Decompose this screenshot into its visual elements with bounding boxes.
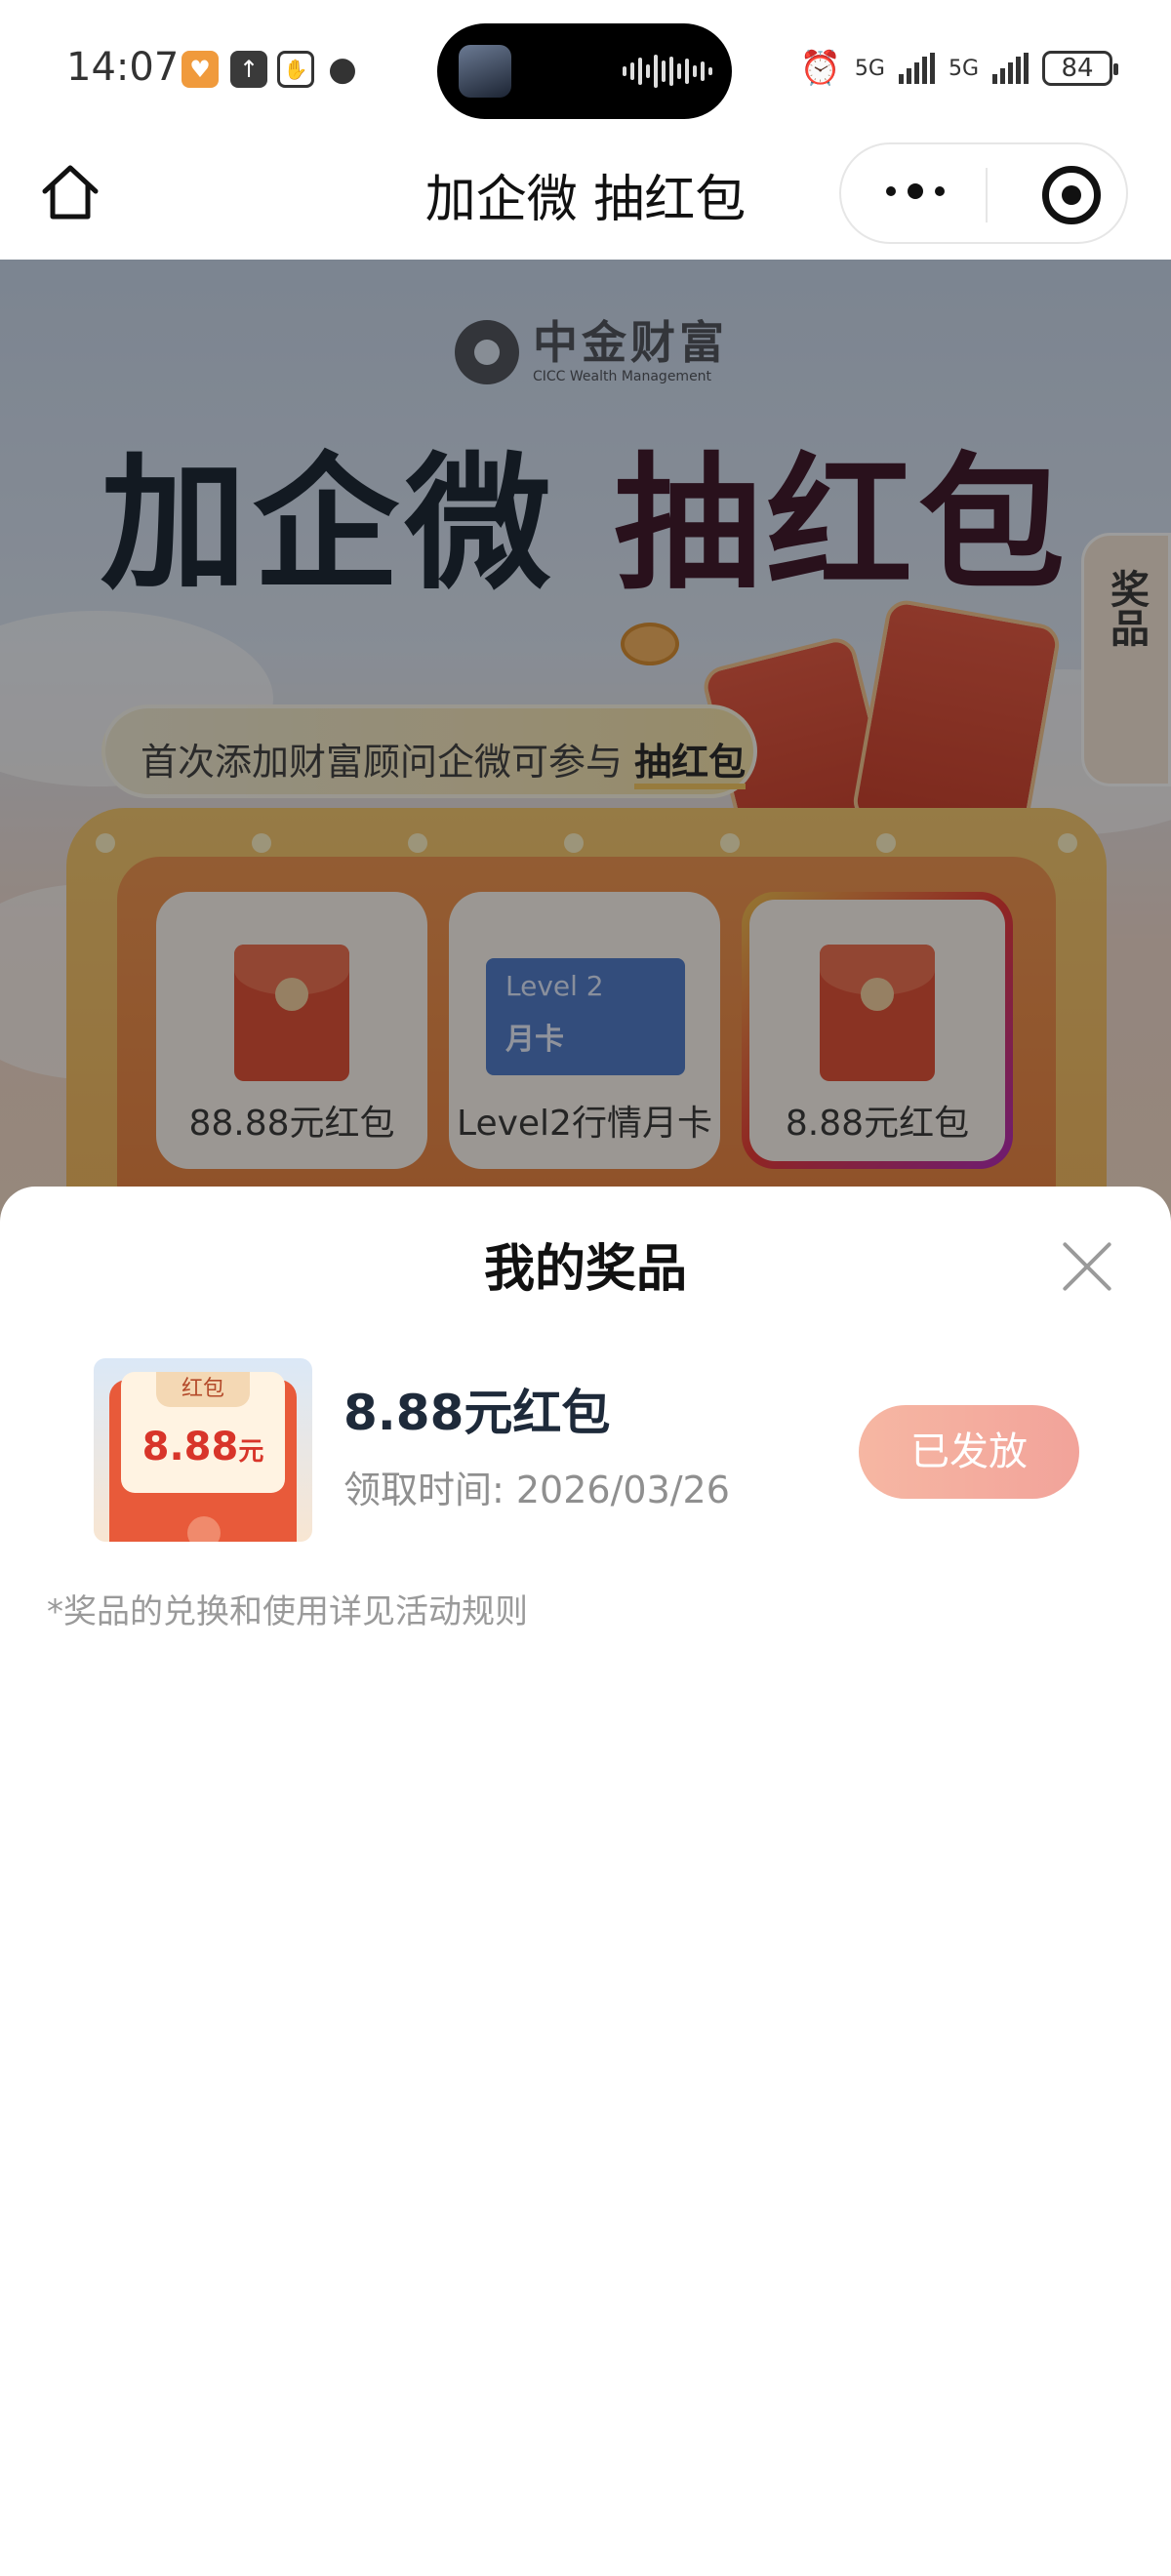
network-label-1: 5G — [854, 56, 885, 81]
my-prizes-sheet: 我的奖品 红包 8.88元 8.88元红包 领取时间: 2026/03/26 已… — [0, 1187, 1171, 2576]
dynamic-island[interactable] — [437, 23, 732, 119]
thumbnail-tag: 红包 — [156, 1372, 250, 1407]
thumbnail-amount-unit: 元 — [238, 1437, 264, 1467]
battery-icon: 84 — [1042, 51, 1118, 86]
network-label-2: 5G — [948, 56, 979, 81]
claim-time: 领取时间: 2026/03/26 — [343, 1469, 730, 1511]
modal-overlay[interactable] — [0, 260, 1171, 1235]
audio-wave-icon — [623, 53, 712, 90]
media-thumbnail — [459, 45, 511, 98]
hand-icon: ✋ — [277, 51, 314, 88]
more-icon[interactable] — [886, 183, 945, 199]
coin-icon — [187, 1516, 221, 1542]
signal-icon-1 — [898, 53, 935, 84]
mini-program-capsule — [839, 142, 1128, 244]
issued-status-button[interactable]: 已发放 — [859, 1405, 1079, 1499]
thumbnail-amount: 8.88元 — [94, 1425, 312, 1469]
home-icon[interactable] — [37, 160, 103, 226]
qq-penguin-icon: ● — [328, 50, 357, 89]
nav-bar: 加企微 抽红包 — [0, 137, 1171, 260]
sheet-title: 我的奖品 — [483, 1240, 687, 1299]
thumbnail-amount-value: 8.88 — [141, 1425, 239, 1469]
alarm-icon: ⏰ — [799, 49, 841, 88]
upload-icon: ↑ — [230, 51, 267, 88]
close-mini-program-icon[interactable] — [1042, 166, 1101, 224]
rules-note: *奖品的兑换和使用详见活动规则 — [47, 1592, 528, 1631]
prize-name: 8.88元红包 — [343, 1385, 611, 1441]
close-icon[interactable] — [1060, 1239, 1114, 1294]
status-bar: 14:07 ♥ ↑ ✋ ● ⏰ 5G 5G 84 — [0, 0, 1171, 137]
signal-icon-2 — [992, 53, 1029, 84]
capsule-divider — [986, 168, 988, 222]
heart-app-icon: ♥ — [182, 51, 219, 88]
status-indicators: ⏰ 5G 5G 84 — [799, 49, 1118, 88]
status-time: 14:07 — [66, 45, 180, 90]
prize-thumbnail: 红包 8.88元 — [94, 1358, 312, 1542]
